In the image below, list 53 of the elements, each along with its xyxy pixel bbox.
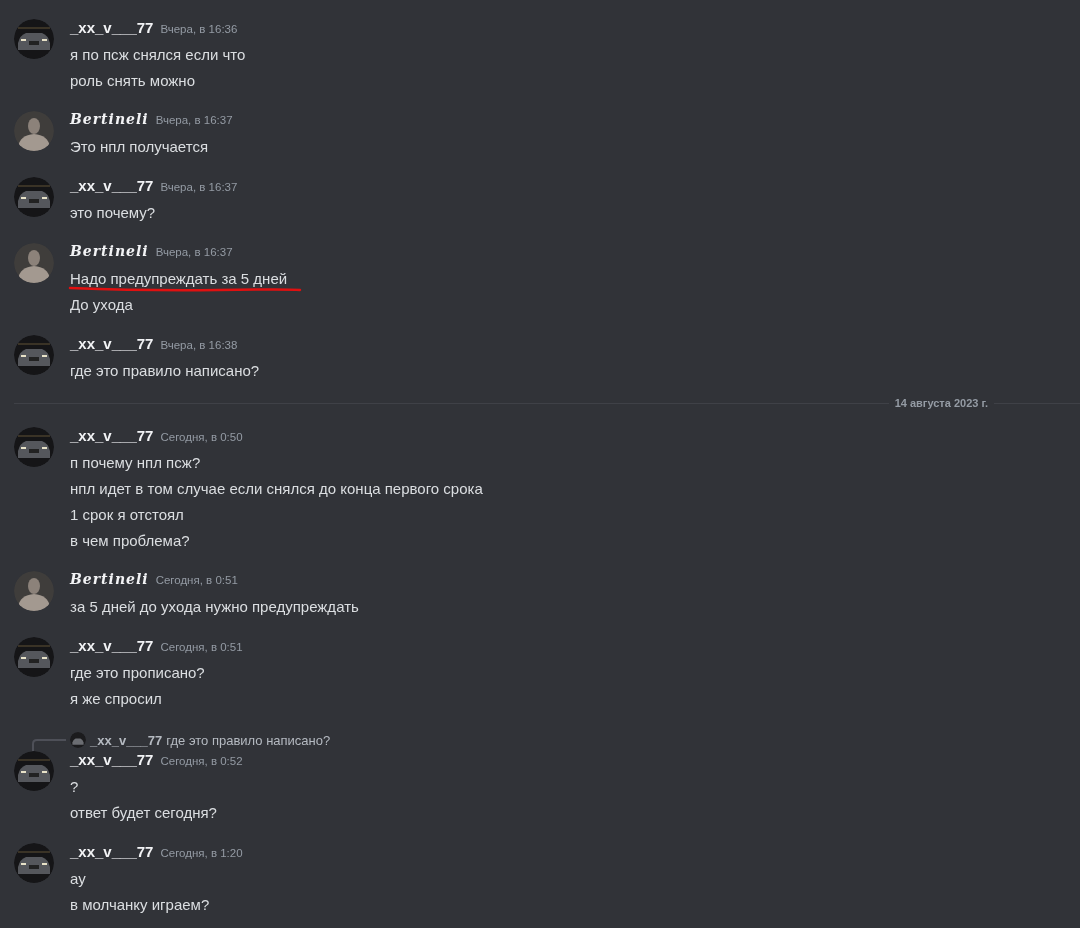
avatar[interactable] xyxy=(14,637,54,677)
avatar[interactable] xyxy=(14,571,54,611)
username[interactable]: Bertineli xyxy=(70,243,149,259)
username[interactable]: _xx_v___77 xyxy=(70,19,154,36)
timestamp: Сегодня, в 0:50 xyxy=(160,431,243,443)
avatar[interactable] xyxy=(14,335,54,375)
timestamp: Вчера, в 16:37 xyxy=(155,246,233,258)
username[interactable]: Bertineli xyxy=(70,111,149,127)
username[interactable]: _xx_v___77 xyxy=(70,177,154,194)
message-text: До ухода xyxy=(70,295,133,313)
timestamp: Сегодня, в 0:51 xyxy=(155,574,238,586)
avatar[interactable] xyxy=(14,843,54,883)
message-text: ? xyxy=(70,777,79,795)
reply-connector xyxy=(32,739,66,751)
timestamp: Вчера, в 16:38 xyxy=(160,339,238,351)
username[interactable]: _xx_v___77 xyxy=(70,751,154,768)
message-text: Надо предупреждать за 5 дней xyxy=(70,269,288,287)
message-text: я же спросил xyxy=(70,689,162,707)
message-text: нпл идет в том случае если снялся до конца первого срока xyxy=(70,479,483,497)
reply-text[interactable]: где это правило написано? xyxy=(166,732,331,748)
timestamp: Вчера, в 16:37 xyxy=(160,181,238,193)
username[interactable]: _xx_v___77 xyxy=(70,843,154,860)
avatar[interactable] xyxy=(14,177,54,217)
avatar[interactable] xyxy=(14,427,54,467)
message-text: Это нпл получается xyxy=(70,137,209,155)
message-text: 1 срок я отстоял xyxy=(70,505,184,523)
message-text: за 5 дней до ухода нужно предупреждать xyxy=(70,597,359,615)
message-text: п почему нпл псж? xyxy=(70,453,201,471)
timestamp: Сегодня, в 0:52 xyxy=(160,755,243,767)
username[interactable]: Bertineli xyxy=(70,571,149,587)
reply-author[interactable]: _xx_v___77 xyxy=(90,732,163,748)
timestamp: Сегодня, в 0:51 xyxy=(160,641,243,653)
message-text: в чем проблема? xyxy=(70,531,190,549)
timestamp: Вчера, в 16:37 xyxy=(155,114,233,126)
date-divider: 14 августа 2023 г. xyxy=(893,397,989,409)
message-text: ответ будет сегодня? xyxy=(70,803,217,821)
username[interactable]: _xx_v___77 xyxy=(70,427,154,444)
avatar[interactable] xyxy=(14,243,54,283)
message-text: ау xyxy=(70,869,86,887)
avatar[interactable] xyxy=(14,751,54,791)
timestamp: Сегодня, в 1:20 xyxy=(160,847,243,859)
message-text: роль снять можно xyxy=(70,71,195,89)
message-text: я по псж снялся если что xyxy=(70,45,246,63)
message-text: это почему? xyxy=(70,203,156,221)
timestamp: Вчера, в 16:36 xyxy=(160,23,238,35)
username[interactable]: _xx_v___77 xyxy=(70,335,154,352)
message-text: где это правило написано? xyxy=(70,361,260,379)
avatar[interactable] xyxy=(14,111,54,151)
message-text: в молчанку играем? xyxy=(70,895,210,913)
username[interactable]: _xx_v___77 xyxy=(70,637,154,654)
message-text: где это прописано? xyxy=(70,663,205,681)
avatar xyxy=(70,732,86,748)
avatar[interactable] xyxy=(14,19,54,59)
